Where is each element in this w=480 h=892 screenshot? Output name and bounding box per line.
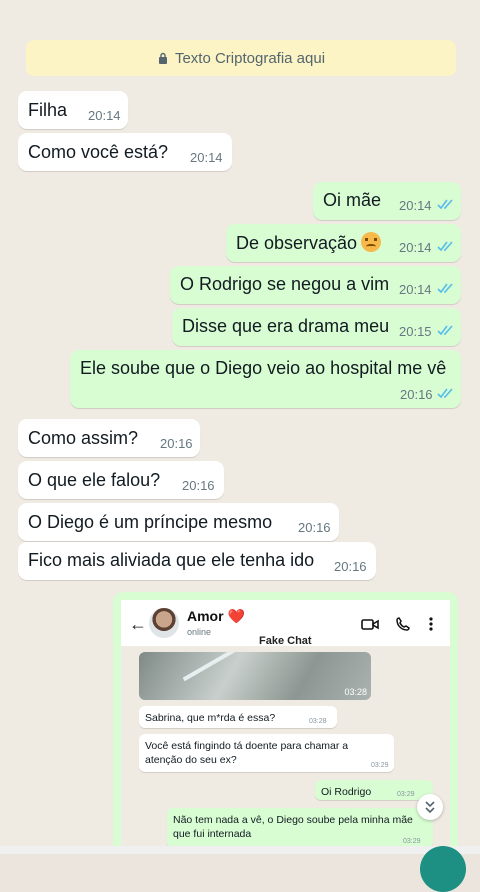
photo-attachment: 03:28 <box>139 652 371 700</box>
message-text: Como assim? <box>28 428 139 448</box>
double-check-icon <box>437 241 453 252</box>
heart-emoji: ❤️ <box>227 608 245 624</box>
double-check-icon <box>437 388 453 399</box>
double-chevron-down-icon <box>425 801 435 814</box>
chat-area: Texto Criptografia aqui Filha 20:14 Como… <box>0 0 480 892</box>
message-incoming[interactable]: Filha 20:14 <box>18 91 128 129</box>
double-check-icon <box>437 325 453 336</box>
encryption-banner-text: Texto Criptografia aqui <box>174 49 326 67</box>
more-options-icon <box>429 617 433 631</box>
encryption-banner[interactable]: Texto Criptografia aqui <box>26 40 456 76</box>
message-text: Disse que era drama meu <box>182 316 390 336</box>
photo-time: 03:28 <box>344 687 367 697</box>
embedded-chat-header: ← Amor ❤️ online Fake Chat <box>121 600 450 647</box>
message-outgoing[interactable]: De observação 20:14 <box>226 224 461 262</box>
message-outgoing[interactable]: Ele soube que o Diego veio ao hospital m… <box>70 350 461 408</box>
lock-icon <box>158 52 167 64</box>
message-time: 20:14 <box>190 150 223 165</box>
embedded-chat-screenshot: ← Amor ❤️ online Fake Chat 03:28 Sabrina… <box>121 600 450 854</box>
message-time: 20:16 <box>400 387 433 402</box>
embedded-message-outgoing: Oi Rodrigo 03:29 <box>315 780 433 800</box>
message-incoming[interactable]: Fico mais aliviada que ele tenha ido 20:… <box>18 542 376 580</box>
message-incoming[interactable]: O que ele falou? 20:16 <box>18 461 224 499</box>
input-bar-edge <box>0 846 480 854</box>
message-text: Filha <box>28 100 68 120</box>
embedded-message-incoming: Sabrina, que m*rda é essa? 03:28 <box>139 706 337 728</box>
message-text: Como você está? <box>28 142 169 162</box>
message-time: 20:16 <box>182 478 215 493</box>
video-call-icon <box>361 619 379 630</box>
message-time: 20:14 <box>399 198 432 213</box>
embedded-message-incoming: Você está fingindo tá doente para chamar… <box>139 734 394 772</box>
phone-icon <box>396 617 410 631</box>
avatar <box>149 608 179 638</box>
message-incoming[interactable]: Como assim? 20:16 <box>18 419 200 457</box>
message-outgoing[interactable]: Disse que era drama meu 20:15 <box>172 308 461 346</box>
image-message[interactable]: ← Amor ❤️ online Fake Chat 03:28 Sabrina… <box>113 592 458 854</box>
message-text: O Rodrigo se negou a vim <box>180 274 390 294</box>
message-incoming[interactable]: O Diego é um príncipe mesmo 20:16 <box>18 503 339 541</box>
fake-chat-label: Fake Chat <box>259 635 312 647</box>
message-text: De observação <box>236 232 382 254</box>
message-text: O que ele falou? <box>28 470 161 490</box>
message-time: 20:16 <box>334 559 367 574</box>
message-incoming[interactable]: Como você está? 20:14 <box>18 133 232 171</box>
message-time: 20:14 <box>88 108 121 123</box>
message-time: 20:14 <box>399 282 432 297</box>
contact-name: Amor ❤️ <box>187 608 245 624</box>
iv-tube <box>182 652 246 682</box>
embedded-message-outgoing: Não tem nada a vê, o Diego soube pela mi… <box>167 808 433 848</box>
double-check-icon <box>437 199 453 210</box>
message-time: 20:16 <box>298 520 331 535</box>
message-time: 20:15 <box>399 324 432 339</box>
message-time: 20:14 <box>399 240 432 255</box>
send-button[interactable] <box>420 846 466 892</box>
message-outgoing[interactable]: O Rodrigo se negou a vim 20:14 <box>170 266 461 304</box>
message-outgoing[interactable]: Oi mãe 20:14 <box>313 182 461 220</box>
back-arrow-icon: ← <box>129 614 147 634</box>
contact-status: online <box>187 627 212 637</box>
message-text: Oi mãe <box>323 190 382 210</box>
persevering-face-emoji <box>361 232 382 252</box>
double-check-icon <box>437 283 453 294</box>
scroll-down-button <box>417 794 443 820</box>
message-time: 20:16 <box>160 436 193 451</box>
message-text: Fico mais aliviada que ele tenha ido <box>28 550 315 570</box>
message-text: Ele soube que o Diego veio ao hospital m… <box>80 358 447 378</box>
message-text: O Diego é um príncipe mesmo <box>28 512 273 532</box>
